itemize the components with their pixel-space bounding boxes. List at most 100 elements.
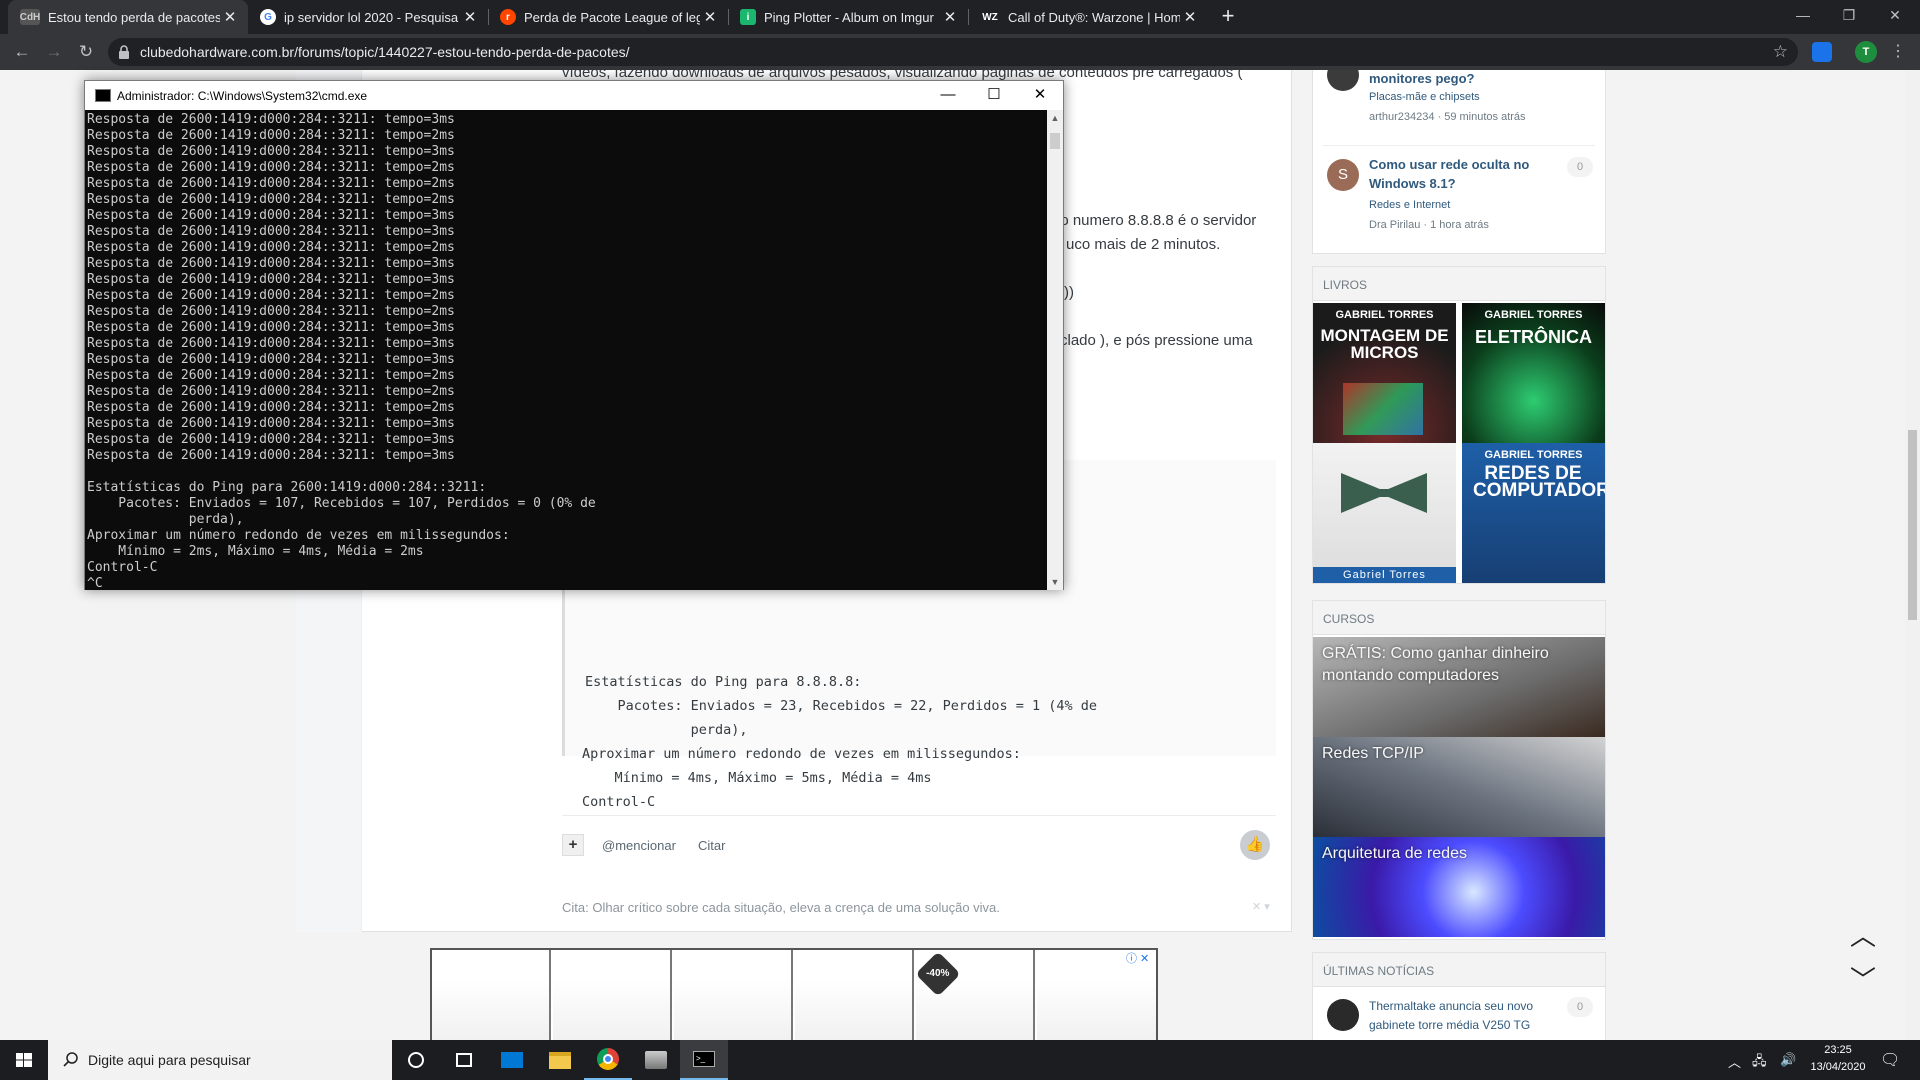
signature-options-icon[interactable]: ✕ ▾: [1252, 900, 1270, 913]
cmd-output-line: Resposta de 2600:1419:d000:284::3211: te…: [87, 112, 455, 127]
tab-google-search[interactable]: G ip servidor lol 2020 - Pesquisa Go ✕: [248, 0, 488, 34]
course-title: Redes TCP/IP: [1322, 745, 1424, 762]
ad-banner[interactable]: -40% ⓘ ✕: [430, 948, 1158, 1040]
warzone-favicon-icon: WZ: [982, 11, 998, 23]
book-title: ELETRÔNICA: [1475, 327, 1592, 347]
start-button[interactable]: [0, 1040, 48, 1080]
new-tab-button[interactable]: +: [1214, 0, 1242, 34]
cmd-output-line: Estatísticas do Ping para 2600:1419:d000…: [87, 480, 487, 495]
activity-title[interactable]: Como usar rede oculta no Windows 8.1?: [1369, 155, 1569, 193]
file-explorer-icon[interactable]: [536, 1040, 584, 1080]
tab-title: ip servidor lol 2020 - Pesquisa Go: [284, 9, 460, 25]
chrome-icon[interactable]: [584, 1040, 632, 1080]
cmd-close-button[interactable]: ✕: [1017, 81, 1063, 110]
cmd-output-line: Resposta de 2600:1419:d000:284::3211: te…: [87, 352, 455, 367]
books-box: Livros GABRIEL TORRES MONTAGEM DE MICROS…: [1312, 266, 1606, 584]
cmd-minimize-button[interactable]: —: [925, 81, 971, 110]
close-tab-icon[interactable]: ✕: [700, 8, 720, 26]
cmd-glyph: >_: [693, 1051, 715, 1067]
restore-window-button[interactable]: ❐: [1826, 0, 1872, 34]
profile-avatar[interactable]: T: [1855, 41, 1877, 63]
close-tab-icon[interactable]: ✕: [1180, 8, 1200, 26]
close-tab-icon[interactable]: ✕: [940, 8, 960, 26]
ad-product-tile[interactable]: [432, 950, 551, 1040]
bookmark-star-icon[interactable]: ☆: [1773, 42, 1788, 62]
cortana-icon[interactable]: [392, 1040, 440, 1080]
extension-icon[interactable]: [1812, 42, 1832, 62]
multiquote-button[interactable]: +: [562, 834, 584, 856]
forward-arrow-icon[interactable]: →: [40, 34, 68, 70]
scroll-up-arrow-icon[interactable]: ︿: [1846, 922, 1880, 950]
clubedohardware-favicon-icon: CdH: [20, 9, 40, 25]
ad-product-tile[interactable]: [795, 950, 914, 1040]
cmd-output-line: Aproximar um número redondo de vezes em …: [87, 528, 510, 543]
minimize-window-button[interactable]: —: [1780, 0, 1826, 34]
back-arrow-icon[interactable]: ←: [8, 34, 36, 70]
address-bar[interactable]: clubedohardware.com.br/forums/topic/1440…: [108, 38, 1798, 66]
cmd-output-line: Resposta de 2600:1419:d000:284::3211: te…: [87, 192, 455, 207]
tab-warzone[interactable]: WZ Call of Duty®: Warzone | Home ✕: [968, 0, 1208, 34]
book-author: GABRIEL TORRES: [1484, 449, 1583, 461]
course-card[interactable]: Redes TCP/IP: [1313, 737, 1605, 837]
cmd-scrollbar-thumb[interactable]: [1050, 133, 1060, 149]
close-window-button[interactable]: ✕: [1872, 0, 1918, 34]
notifications-icon[interactable]: 🗨: [1880, 1050, 1900, 1070]
clock-date[interactable]: 13/04/2020: [1808, 1061, 1868, 1073]
activity-category[interactable]: Redes e Internet: [1369, 199, 1450, 211]
news-title[interactable]: Thermaltake anuncia seu novo gabinete to…: [1369, 997, 1569, 1035]
cmd-output-line: Resposta de 2600:1419:d000:284::3211: te…: [87, 272, 455, 287]
url-text: clubedohardware.com.br/forums/topic/1440…: [140, 44, 630, 60]
tab-title: Ping Plotter - Album on Imgur: [764, 9, 934, 25]
avatar: S: [1327, 159, 1359, 191]
like-icon[interactable]: 👍: [1240, 830, 1270, 860]
tab-imgur[interactable]: i Ping Plotter - Album on Imgur ✕: [728, 0, 968, 34]
cmd-output-line: Resposta de 2600:1419:d000:284::3211: te…: [87, 288, 455, 303]
task-view-icon[interactable]: [440, 1040, 488, 1080]
mention-link[interactable]: @mencionar: [602, 838, 676, 853]
ad-product-tile[interactable]: [674, 950, 793, 1040]
ad-choices-icon[interactable]: ⓘ ✕: [1126, 950, 1158, 965]
scroll-down-arrow-icon[interactable]: ﹀: [1846, 966, 1880, 994]
activity-category[interactable]: Placas-mãe e chipsets: [1369, 91, 1480, 103]
mail-icon[interactable]: [488, 1040, 536, 1080]
cmd-taskbar-icon[interactable]: >_: [680, 1040, 728, 1080]
activity-item[interactable]: monitores pego? Placas-mãe e chipsets ar…: [1313, 70, 1605, 145]
tab-title: Estou tendo perda de pacotes? -: [48, 9, 220, 25]
quote-link[interactable]: Citar: [698, 838, 725, 853]
close-tab-icon[interactable]: ✕: [460, 8, 480, 26]
taskbar-search[interactable]: Digite aqui para pesquisar: [48, 1040, 392, 1080]
post-actions-divider: [562, 815, 1276, 816]
network-app-icon[interactable]: [632, 1040, 680, 1080]
cmd-maximize-button[interactable]: ☐: [971, 81, 1017, 110]
tray-chevron-up-icon[interactable]: ︿: [1728, 1052, 1741, 1071]
cmd-titlebar[interactable]: Administrador: C:\Windows\System32\cmd.e…: [85, 81, 1063, 110]
network-icon[interactable]: 🖧: [1752, 1052, 1767, 1074]
cmd-output-line: Resposta de 2600:1419:d000:284::3211: te…: [87, 400, 455, 415]
cmd-scrollbar[interactable]: [1047, 110, 1063, 590]
ad-product-tile[interactable]: [553, 950, 672, 1040]
cmd-window-title: Administrador: C:\Windows\System32\cmd.e…: [117, 89, 368, 103]
activity-item[interactable]: S Como usar rede oculta no Windows 8.1? …: [1313, 151, 1605, 251]
cmd-console-output[interactable]: Resposta de 2600:1419:d000:284::3211: te…: [85, 110, 1047, 590]
cmd-window[interactable]: Administrador: C:\Windows\System32\cmd.e…: [84, 80, 1064, 590]
close-tab-icon[interactable]: ✕: [220, 8, 240, 26]
page-scrollbar-thumb[interactable]: [1908, 430, 1917, 620]
book-cover-redes[interactable]: GABRIEL TORRES REDES DE COMPUTADORES: [1462, 443, 1605, 583]
tab-reddit[interactable]: r Perda de Pacote League of legen ✕: [488, 0, 728, 34]
reload-icon[interactable]: ↻: [72, 34, 100, 70]
tab-estou-tendo-perda[interactable]: CdH Estou tendo perda de pacotes? - ✕: [8, 0, 248, 34]
volume-icon[interactable]: 🔊: [1780, 1052, 1796, 1068]
browser-menu-icon[interactable]: ⋮: [1890, 34, 1906, 70]
course-card[interactable]: GRÁTIS: Como ganhar dinheiro montando co…: [1313, 637, 1605, 737]
recent-activity-box: monitores pego? Placas-mãe e chipsets ar…: [1312, 70, 1606, 254]
cmd-output-line: Control-C: [87, 560, 158, 575]
book-cover-bowtie[interactable]: Gabriel Torres: [1313, 443, 1456, 583]
clock-time[interactable]: 23:25: [1808, 1044, 1868, 1056]
cmd-scroll-down-icon[interactable]: ▼: [1047, 574, 1063, 590]
course-card[interactable]: Arquitetura de redes: [1313, 837, 1605, 937]
book-cover-eletronica[interactable]: GABRIEL TORRES ELETRÔNICA: [1462, 303, 1605, 443]
cmd-scroll-up-icon[interactable]: ▲: [1047, 110, 1063, 126]
book-cover-montagem[interactable]: GABRIEL TORRES MONTAGEM DE MICROS: [1313, 303, 1456, 443]
code-line: Estatísticas do Ping para 8.8.8.8:: [585, 674, 862, 690]
activity-title[interactable]: monitores pego?: [1369, 70, 1569, 88]
